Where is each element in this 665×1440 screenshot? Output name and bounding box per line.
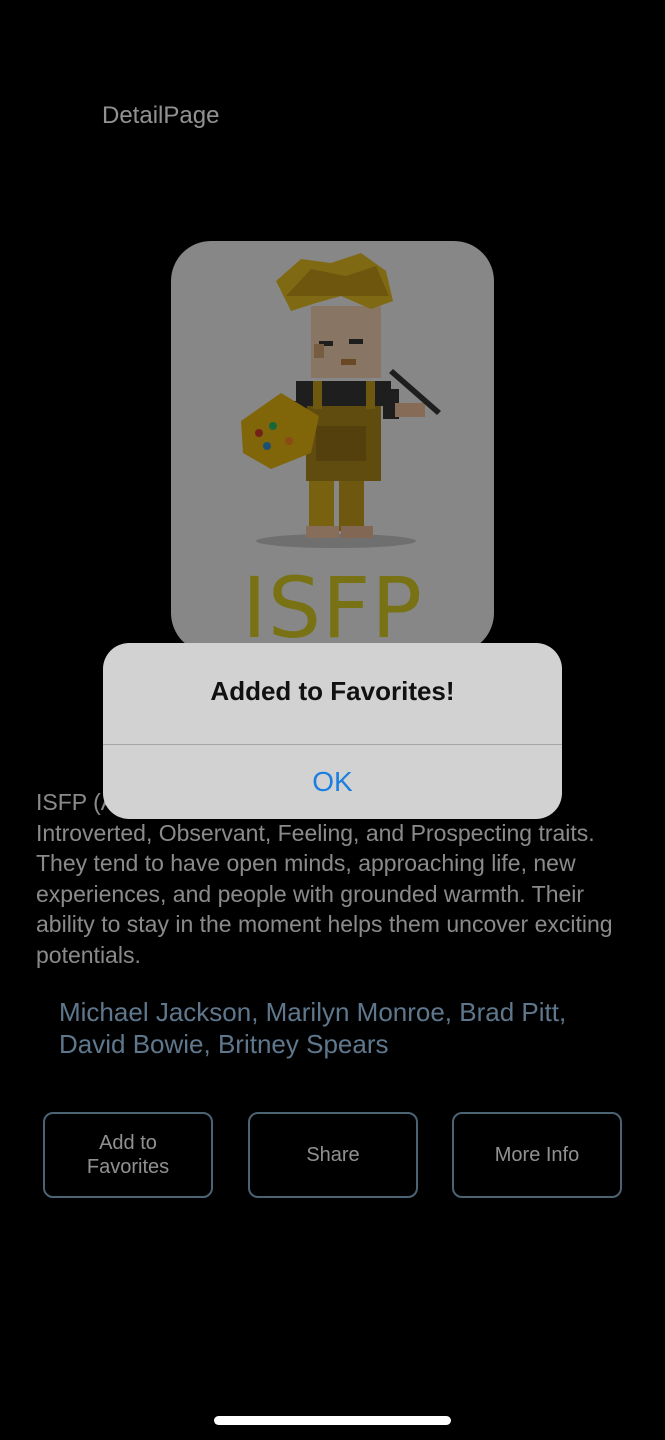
alert-title: Added to Favorites! bbox=[210, 676, 455, 706]
favorites-alert: Added to Favorites! OK bbox=[103, 643, 562, 819]
home-indicator[interactable] bbox=[214, 1416, 451, 1425]
alert-ok-button[interactable]: OK bbox=[103, 745, 562, 819]
